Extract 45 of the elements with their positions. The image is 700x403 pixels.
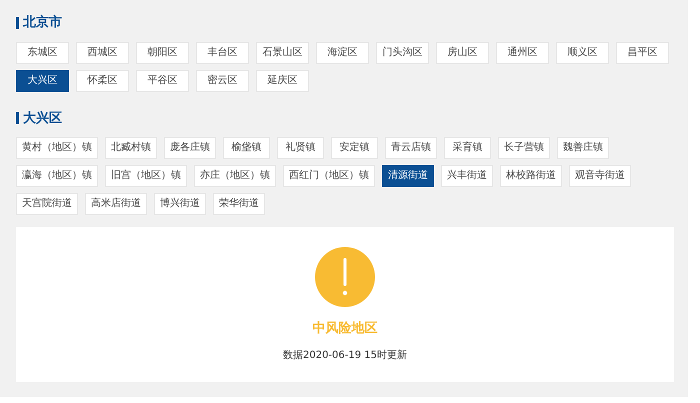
selected-area-chip[interactable]: 大兴区 <box>16 70 69 92</box>
area-chip[interactable]: 榆垡镇 <box>223 137 270 159</box>
area-chip[interactable]: 朝阳区 <box>136 42 189 64</box>
area-chip[interactable]: 礼贤镇 <box>277 137 324 159</box>
area-chip[interactable]: 怀柔区 <box>76 70 129 92</box>
area-chip[interactable]: 北臧村镇 <box>105 137 157 159</box>
area-chip[interactable]: 青云店镇 <box>385 137 437 159</box>
area-chip[interactable]: 旧宫（地区）镇 <box>105 165 187 187</box>
area-chip[interactable]: 高米店街道 <box>85 193 147 215</box>
area-chip[interactable]: 安定镇 <box>331 137 378 159</box>
area-chip[interactable]: 房山区 <box>436 42 489 64</box>
area-chip[interactable]: 瀛海（地区）镇 <box>16 165 98 187</box>
area-chip[interactable]: 庞各庄镇 <box>164 137 216 159</box>
selected-area-chip[interactable]: 清源街道 <box>382 165 434 187</box>
risk-level: 中风险地区 <box>312 320 378 338</box>
area-chip[interactable]: 兴丰街道 <box>441 165 493 187</box>
area-chip[interactable]: 门头沟区 <box>376 42 429 64</box>
title-marker <box>16 16 19 29</box>
area-chip[interactable]: 昌平区 <box>616 42 669 64</box>
area-chip[interactable]: 海淀区 <box>316 42 369 64</box>
area-chip[interactable]: 西城区 <box>76 42 129 64</box>
area-chip[interactable]: 石景山区 <box>256 42 309 64</box>
area-chip[interactable]: 采育镇 <box>444 137 491 159</box>
section-title: 大兴区 <box>23 110 62 128</box>
area-chip[interactable]: 观音寺街道 <box>569 165 631 187</box>
area-chip[interactable]: 西红门（地区）镇 <box>283 165 375 187</box>
update-time: 数据2020-06-19 15时更新 <box>282 348 408 362</box>
title-marker <box>16 112 19 124</box>
area-chip[interactable]: 平谷区 <box>136 70 189 92</box>
area-chip[interactable]: 长子营镇 <box>498 137 550 159</box>
area-chip[interactable]: 博兴街道 <box>154 193 206 215</box>
area-chip[interactable]: 顺义区 <box>556 42 609 64</box>
area-chip[interactable]: 魏善庄镇 <box>557 137 609 159</box>
area-chip[interactable]: 延庆区 <box>256 70 309 92</box>
area-chip[interactable]: 亦庄（地区）镇 <box>194 165 276 187</box>
area-chip[interactable]: 丰台区 <box>196 42 249 64</box>
area-chip[interactable]: 荣华街道 <box>213 193 265 215</box>
area-chip[interactable]: 通州区 <box>496 42 549 64</box>
area-chip[interactable]: 密云区 <box>196 70 249 92</box>
area-chip[interactable]: 东城区 <box>16 42 69 64</box>
area-chip[interactable]: 天宫院街道 <box>16 193 78 215</box>
warning-icon <box>315 247 375 307</box>
area-chip[interactable]: 黄村（地区）镇 <box>16 137 98 159</box>
area-chip[interactable]: 林校路街道 <box>500 165 562 187</box>
section-title: 北京市 <box>23 14 62 32</box>
